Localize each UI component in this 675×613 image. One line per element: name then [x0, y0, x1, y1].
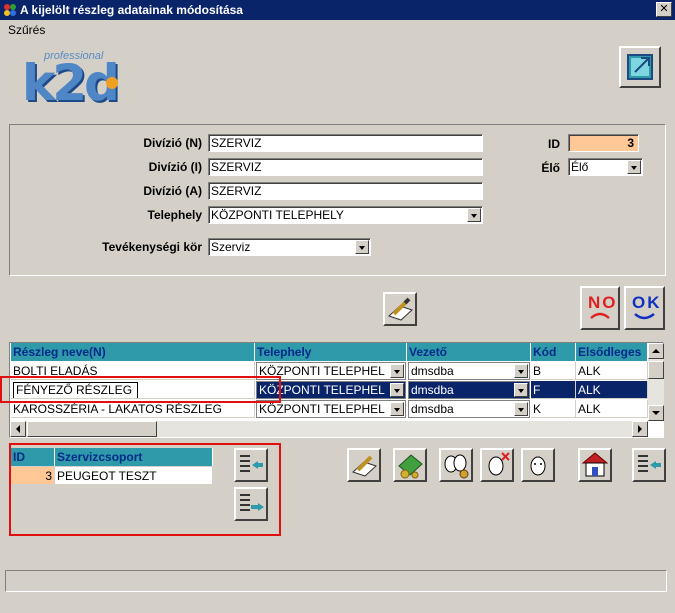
scroll-thumb-horizontal[interactable] [27, 421, 157, 437]
alive-label: Élő [541, 161, 560, 175]
user-button[interactable] [521, 448, 555, 482]
row-manager-select[interactable]: dmsdba [408, 400, 530, 418]
chevron-down-icon[interactable] [355, 240, 369, 254]
id-label: ID [548, 137, 560, 151]
logo-dot-icon [106, 77, 118, 89]
id-field: 3 [568, 134, 639, 152]
no-label: NO [588, 293, 618, 312]
money-button[interactable] [393, 448, 427, 482]
chevron-down-icon[interactable] [514, 402, 528, 416]
chevron-down-icon[interactable] [467, 208, 481, 222]
column-header-name[interactable]: Részleg neve(N) [11, 343, 255, 361]
app-icon [3, 3, 17, 17]
row-primary[interactable]: ALK [576, 381, 648, 399]
edit-record-button[interactable] [619, 46, 661, 88]
division-i-field[interactable]: SZERVIZ [208, 158, 483, 176]
pencil-paper-icon [388, 297, 413, 321]
row-site-value: KÖZPONTI TELEPHEL [259, 402, 385, 416]
exit-home-button[interactable] [578, 448, 612, 482]
division-n-field[interactable]: SZERVIZ [208, 134, 483, 152]
chevron-down-icon[interactable] [390, 383, 404, 397]
horizontal-scrollbar[interactable] [10, 421, 648, 437]
vertical-scrollbar[interactable] [648, 343, 664, 421]
activity-select-value: Szerviz [211, 240, 251, 254]
ok-button[interactable]: OK [624, 286, 665, 330]
chevron-down-icon[interactable] [514, 383, 528, 397]
row-code[interactable]: K [531, 400, 576, 418]
row-primary[interactable]: ALK [576, 400, 648, 418]
row-primary[interactable]: ALK [576, 362, 648, 380]
user-icon [530, 456, 546, 476]
row-manager-value: dmsdba [411, 364, 454, 378]
window-title: A kijelölt részleg adatainak módosítása [20, 3, 243, 17]
site-select-value: KÖZPONTI TELEPHELY [211, 208, 344, 222]
site-select[interactable]: KÖZPONTI TELEPHELY [208, 206, 483, 224]
alive-select[interactable]: Élő [568, 158, 643, 176]
edit-detail-button[interactable] [383, 292, 417, 326]
edit-window-icon [627, 54, 653, 80]
delete-user-button[interactable] [480, 448, 514, 482]
activity-select[interactable]: Szerviz [208, 238, 371, 256]
column-header-manager[interactable]: Vezető [407, 343, 531, 361]
status-bar [5, 570, 667, 592]
column-header-primary[interactable]: Elsődleges [576, 343, 648, 361]
division-n-label: Divízió (N) [143, 136, 202, 150]
chevron-down-icon[interactable] [390, 402, 404, 416]
pencil-paper-icon [352, 455, 377, 477]
ok-label: OK [632, 293, 662, 312]
highlight-service-group [9, 443, 281, 536]
highlight-selected-row [0, 376, 281, 403]
chevron-down-icon[interactable] [627, 160, 641, 174]
title-bar: A kijelölt részleg adatainak módosítása … [0, 0, 675, 20]
chevron-down-icon[interactable] [514, 364, 528, 378]
row-manager-value: dmsdba [411, 402, 454, 416]
scroll-up-icon[interactable] [648, 343, 664, 359]
site-label: Telephely [147, 208, 202, 222]
row-manager-value: dmsdba [411, 383, 454, 397]
close-icon: ✕ [659, 3, 669, 15]
column-header-code[interactable]: Kód [531, 343, 576, 361]
division-i-label: Divízió (I) [148, 160, 202, 174]
row-manager-select[interactable]: dmsdba [408, 381, 530, 399]
division-a-label: Divízió (A) [143, 184, 202, 198]
user-delete-icon [488, 452, 510, 476]
alive-select-value: Élő [571, 160, 589, 174]
house-icon [581, 452, 609, 477]
cancel-button[interactable]: NO [580, 286, 620, 330]
k2d-logo: professional k2d [22, 50, 142, 112]
edit-button[interactable] [347, 448, 381, 482]
money-icon [398, 454, 423, 479]
users-gear-icon [444, 454, 469, 479]
menu-bar: Szűrés [0, 20, 675, 40]
row-code[interactable]: B [531, 362, 576, 380]
list-arrow-icon [638, 455, 661, 472]
menu-item-filter[interactable]: Szűrés [8, 23, 45, 37]
division-a-field[interactable]: SZERVIZ [208, 182, 483, 200]
chevron-down-icon[interactable] [390, 364, 404, 378]
scroll-right-icon[interactable] [632, 421, 648, 437]
scroll-down-icon[interactable] [648, 405, 664, 421]
activity-label: Tevékenységi kör [102, 240, 202, 254]
scroll-thumb[interactable] [648, 361, 664, 379]
close-button[interactable]: ✕ [656, 2, 672, 17]
row-code[interactable]: F [531, 381, 576, 399]
users-settings-button[interactable] [439, 448, 473, 482]
list-action-button[interactable] [632, 448, 666, 482]
scroll-left-icon[interactable] [10, 421, 26, 437]
column-header-site[interactable]: Telephely [255, 343, 407, 361]
row-manager-select[interactable]: dmsdba [408, 362, 530, 380]
logo-brand: k2d [22, 54, 120, 112]
